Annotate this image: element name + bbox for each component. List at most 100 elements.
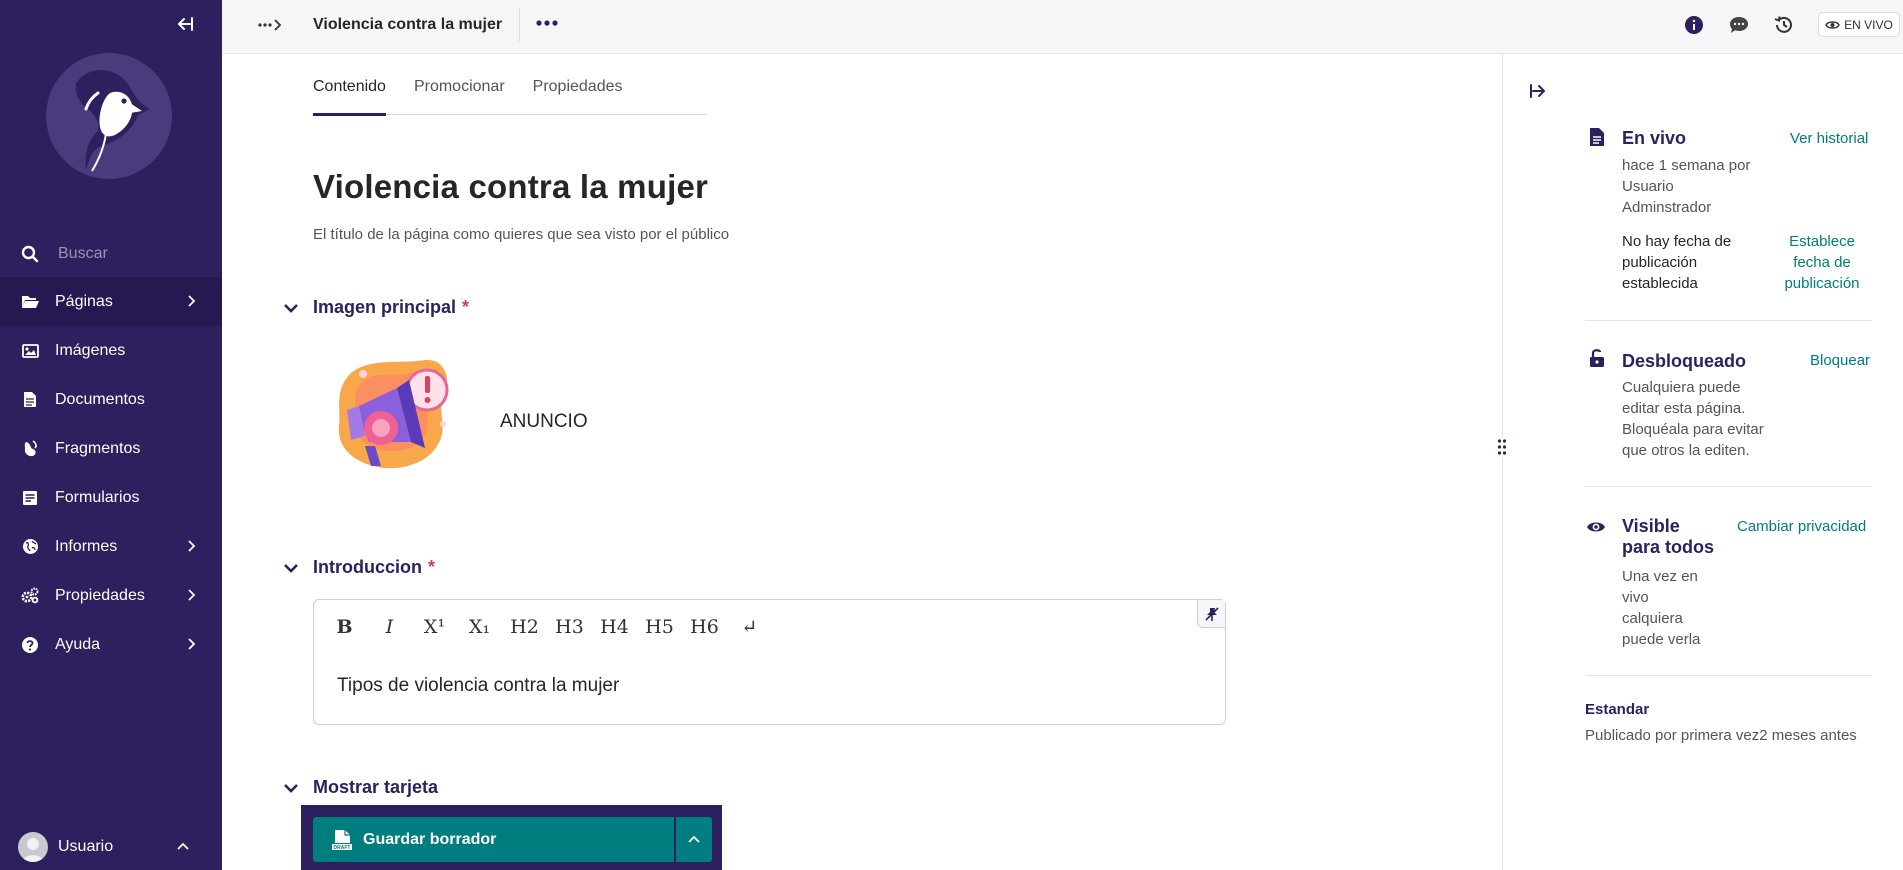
tab-promocionar[interactable]: Promocionar: [414, 54, 505, 115]
editor-toolbar: B I X¹ X₁ H2 H3 H4 H5 H6 ↵: [322, 612, 772, 642]
breadcrumb-more-icon: [258, 19, 282, 31]
account-menu[interactable]: Usuario: [18, 832, 208, 862]
heading-3-button[interactable]: H3: [547, 612, 592, 642]
info-button[interactable]: [1682, 13, 1706, 37]
sidebar-item-fragmentos[interactable]: Fragmentos: [0, 424, 222, 473]
heading-4-button[interactable]: H4: [592, 612, 637, 642]
info-icon: [1685, 16, 1703, 34]
pin-toolbar-button[interactable]: [1197, 600, 1225, 628]
sidebar-item-propiedades[interactable]: Propiedades: [0, 571, 222, 620]
sidebar-item-label: Páginas: [55, 292, 113, 310]
sidebar-item-ayuda[interactable]: Ayuda: [0, 620, 222, 669]
collapse-right-icon: [1530, 84, 1545, 98]
unpin-icon: [1204, 606, 1219, 621]
help-icon: [21, 636, 39, 654]
search-icon[interactable]: [0, 245, 58, 263]
chevron-up-icon: [177, 842, 189, 850]
tab-contenido[interactable]: Contenido: [313, 54, 386, 116]
chevron-up-icon: [688, 835, 700, 843]
rich-text-editor[interactable]: B I X¹ X₁ H2 H3 H4 H5 H6 ↵ Tipos de viol…: [313, 599, 1226, 725]
required-marker: *: [428, 557, 436, 577]
page-actions-button[interactable]: [534, 10, 560, 36]
sidebar-item-documentos[interactable]: Documentos: [0, 375, 222, 424]
footer-action-bar: DRAFT Guardar borrador: [301, 805, 722, 870]
breadcrumb-page-title[interactable]: Violencia contra la mujer: [313, 16, 502, 34]
form-icon: [21, 489, 39, 507]
change-privacy-link[interactable]: Cambiar privacidad: [1737, 516, 1866, 537]
privacy-status-detail: Una vez en vivo calquiera puede verla: [1622, 568, 1701, 648]
section-label: Imagen principal: [313, 297, 457, 317]
editor-tabs: Contenido Promocionar Propiedades: [313, 54, 707, 116]
drag-handle-icon: [1497, 439, 1507, 455]
chevron-right-icon: [188, 295, 196, 307]
line-break-button[interactable]: ↵: [727, 612, 772, 642]
collapse-sidebar-button[interactable]: [173, 12, 197, 36]
section-mostrar-tarjeta[interactable]: Mostrar tarjeta: [282, 777, 438, 798]
chevron-down-icon: [282, 779, 300, 797]
section-introduccion[interactable]: Introduccion *: [282, 557, 435, 578]
first-published-text: Publicado por primera vez2 meses antes: [1585, 727, 1857, 744]
save-draft-label: Guardar borrador: [363, 830, 497, 848]
page-title-field[interactable]: Violencia contra la mujer: [313, 168, 708, 206]
bold-button[interactable]: B: [322, 612, 367, 642]
user-name: Usuario: [58, 838, 114, 855]
page-title-help: El título de la página como quieres que …: [313, 226, 730, 243]
italic-button[interactable]: I: [367, 612, 412, 642]
sidebar-item-paginas[interactable]: Páginas: [0, 277, 222, 326]
wagtail-logo[interactable]: [46, 53, 172, 179]
draft-icon-label: DRAFT: [334, 845, 351, 851]
live-status-detail: hace 1 semana por Usuario Adminstrador: [1622, 157, 1751, 216]
publish-schedule-text: No hay fecha de publicación establecida: [1622, 233, 1732, 292]
subscript-button[interactable]: X₁: [457, 612, 502, 642]
required-marker: *: [462, 297, 470, 317]
chevron-right-icon: [188, 540, 196, 552]
section-label: Introduccion: [313, 557, 422, 577]
sidebar-item-imagenes[interactable]: Imágenes: [0, 326, 222, 375]
comments-button[interactable]: [1727, 13, 1751, 37]
breadcrumb-toggle[interactable]: [257, 14, 291, 36]
sidebar-item-label: Propiedades: [55, 586, 145, 604]
comment-icon: [1730, 17, 1748, 33]
close-side-panel-button[interactable]: [1527, 80, 1549, 102]
chevron-down-icon: [282, 299, 300, 317]
cogs-icon: [21, 587, 39, 605]
set-publish-date-link[interactable]: Establece fecha de publicación: [1772, 231, 1872, 294]
more-dots-icon: [536, 20, 558, 26]
document-icon: [21, 391, 39, 409]
sidebar-item-label: Documentos: [55, 390, 145, 408]
live-badge-label: EN VIVO: [1844, 17, 1893, 32]
draft-icon: DRAFT: [332, 829, 352, 851]
editor-content[interactable]: Tipos de violencia contra la mujer: [337, 675, 619, 697]
eye-icon: [1825, 20, 1840, 29]
history-button[interactable]: [1772, 13, 1796, 37]
header-divider: [519, 8, 520, 42]
lock-page-link[interactable]: Bloquear: [1810, 350, 1870, 371]
heading-2-button[interactable]: H2: [502, 612, 547, 642]
sidebar: Páginas Imágenes Documentos Fragmentos: [0, 0, 222, 870]
tab-propiedades[interactable]: Propiedades: [533, 54, 623, 115]
image-thumbnail[interactable]: [325, 350, 463, 488]
section-imagen-principal[interactable]: Imagen principal *: [282, 297, 469, 318]
live-status-badge[interactable]: EN VIVO: [1818, 12, 1900, 37]
section-label: Mostrar tarjeta: [313, 777, 439, 797]
search-input[interactable]: [58, 245, 208, 263]
more-actions-button[interactable]: [676, 817, 712, 862]
history-icon: [1774, 16, 1792, 33]
sidebar-item-informes[interactable]: Informes: [0, 522, 222, 571]
image-title: ANUNCIO: [500, 411, 588, 432]
snippet-icon: [21, 440, 39, 458]
sidebar-item-label: Informes: [55, 537, 118, 555]
save-draft-button[interactable]: DRAFT Guardar borrador: [313, 817, 674, 862]
heading-6-button[interactable]: H6: [682, 612, 727, 642]
sidebar-item-formularios[interactable]: Formularios: [0, 473, 222, 522]
side-panel-resize-handle[interactable]: [1495, 436, 1509, 458]
view-history-link[interactable]: Ver historial: [1790, 128, 1868, 149]
live-status-title: En vivo: [1622, 128, 1687, 148]
chevron-down-icon: [282, 559, 300, 577]
heading-5-button[interactable]: H5: [637, 612, 682, 642]
eye-icon: [1586, 516, 1606, 538]
unlock-icon: [1587, 347, 1607, 369]
sidebar-item-label: Fragmentos: [55, 439, 141, 457]
folder-open-icon: [21, 293, 39, 311]
superscript-button[interactable]: X¹: [412, 612, 457, 642]
